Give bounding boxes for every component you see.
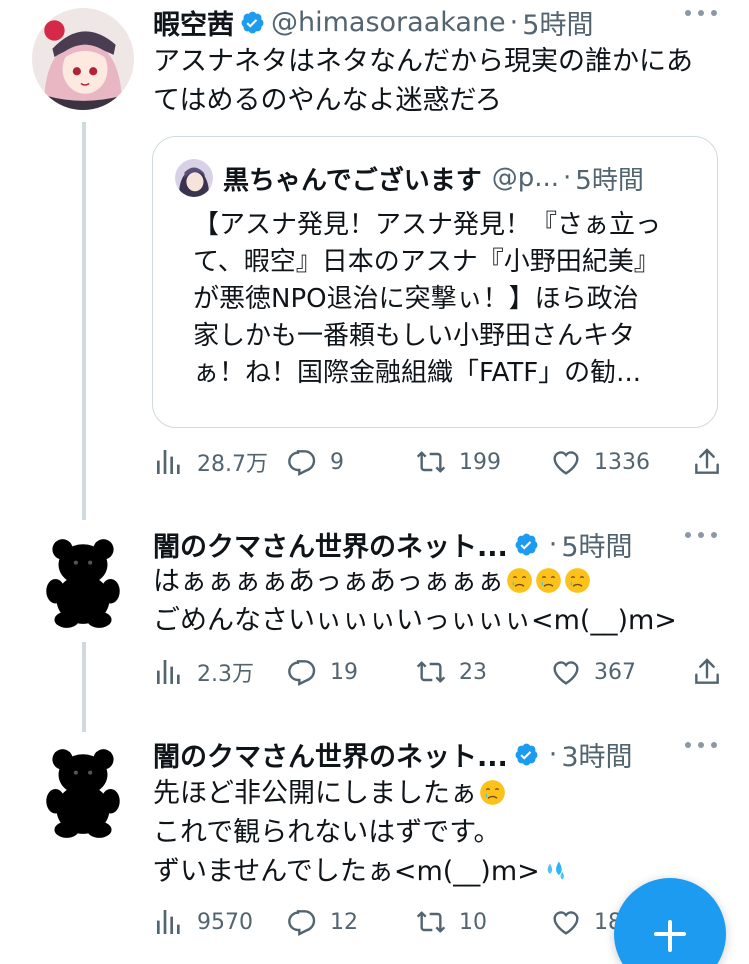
crying-face-icon (506, 567, 533, 594)
retweet-button[interactable]: 23 (415, 652, 487, 692)
retweet-icon (415, 656, 447, 688)
quote-display-name: 黒ちゃんでございます (223, 165, 482, 196)
tweet-text-line: ごめんなさいぃぃぃいっぃぃぃ<m(__)m> (153, 605, 677, 636)
views-icon (153, 656, 185, 688)
like-button[interactable]: 367 (550, 652, 636, 692)
reply-button[interactable]: 19 (286, 652, 358, 692)
timestamp[interactable]: 3時間 (561, 735, 632, 774)
heart-icon (550, 906, 582, 938)
tweet-text: 先ほど非公開にしましたぁ これで観られないはずです。 ずいませんでしたぁ<m(_… (153, 774, 725, 891)
more-options-icon[interactable] (685, 532, 717, 538)
quote-text-line: 【アスナ発見！アスナ発見！『さぁ立っ (193, 210, 662, 240)
avatar[interactable] (32, 8, 134, 110)
tweet-header: 闇のクマさん世界のネット... · 3時間 (153, 734, 729, 774)
views-button[interactable]: 9570 (153, 902, 253, 942)
views-count: 9570 (197, 909, 253, 935)
quote-user-handle: @p... (491, 163, 560, 193)
retweet-button[interactable]: 10 (415, 902, 487, 942)
reply-button[interactable]: 9 (286, 442, 344, 482)
like-button[interactable]: 1336 (550, 442, 650, 482)
display-name[interactable]: 闇のクマさん世界のネット... (153, 525, 508, 564)
tweet-text-line: はぁぁぁぁあっぁあっぁぁぁ (153, 562, 725, 601)
timestamp[interactable]: 5時間 (522, 3, 593, 42)
display-name[interactable]: 暇空茜 (153, 3, 234, 42)
tweet-text-line: アスナネタはネタなんだから現実の誰かにあ (153, 46, 693, 77)
reply-count: 12 (330, 909, 358, 935)
timestamp[interactable]: 5時間 (561, 525, 632, 564)
crying-face-icon (535, 567, 562, 594)
anime-avatar-icon (175, 159, 213, 197)
avatar[interactable] (32, 530, 134, 632)
black-bear-icon (32, 530, 134, 632)
action-bar: 28.7万 9 199 1336 (153, 442, 729, 482)
quote-timestamp: 5時間 (575, 165, 644, 196)
separator: · (548, 528, 558, 560)
more-options-icon[interactable] (685, 10, 717, 16)
quote-text-line: て、暇空』日本のアスナ『小野田紀美』 (193, 247, 660, 277)
views-icon (153, 906, 185, 938)
quote-text-line: ぁ！ね！国際金融組織「FATF」の勧... (193, 358, 641, 388)
separator: · (548, 738, 558, 770)
user-handle[interactable]: @himasoraakane (271, 7, 506, 38)
reply-count: 19 (330, 659, 358, 685)
reply-icon (286, 656, 318, 688)
views-icon (153, 446, 185, 478)
verified-badge-icon (514, 742, 539, 767)
sweat-droplets-icon (542, 857, 569, 884)
views-button[interactable]: 28.7万 (153, 442, 268, 482)
share-button[interactable] (691, 652, 735, 692)
views-count: 2.3万 (197, 662, 254, 687)
retweet-button[interactable]: 199 (415, 442, 501, 482)
avatar[interactable] (32, 740, 134, 842)
black-bear-icon (32, 740, 134, 842)
reply-icon (286, 446, 318, 478)
views-count: 28.7万 (197, 452, 268, 477)
thread-line-2 (82, 642, 86, 732)
quote-text-line: が悪徳NPO退治に突撃ぃ！】ほら政治 (193, 284, 639, 314)
tweet-text-line: てはめるのやんなよ迷惑だろ (153, 85, 502, 116)
views-button[interactable]: 2.3万 (153, 652, 254, 692)
share-icon (691, 656, 723, 688)
separator: · (509, 6, 519, 38)
like-count: 1336 (594, 449, 650, 475)
quote-tweet[interactable]: 黒ちゃんでございます @p... · 5時間 【アスナ発見！アスナ発見！『さぁ立… (152, 136, 718, 428)
retweet-icon (415, 906, 447, 938)
tweet-text-line: ずいませんでしたぁ<m(__)m> (153, 852, 725, 891)
reply-button[interactable]: 12 (286, 902, 358, 942)
crying-face-icon (564, 567, 591, 594)
separator: · (563, 163, 572, 193)
retweet-count: 199 (459, 449, 501, 475)
tweet-text-line: 先ほど非公開にしましたぁ (153, 774, 725, 813)
display-name[interactable]: 闇のクマさん世界のネット... (153, 735, 508, 774)
heart-icon (550, 446, 582, 478)
action-bar: 2.3万 19 23 367 (153, 652, 729, 692)
reply-icon (286, 906, 318, 938)
quote-text-line: 家しかも一番頼もしい小野田さんキタ (193, 321, 636, 351)
retweet-count: 23 (459, 659, 487, 685)
quote-text: 【アスナ発見！アスナ発見！『さぁ立っ て、暇空』日本のアスナ『小野田紀美』 が悪… (193, 207, 695, 392)
more-options-icon[interactable] (685, 742, 717, 748)
like-button[interactable]: 18 (550, 902, 622, 942)
tweet-header: 暇空茜 @himasoraakane · 5時間 (153, 2, 729, 42)
reply-count: 9 (330, 449, 344, 475)
crying-face-icon (479, 779, 506, 806)
retweet-icon (415, 446, 447, 478)
retweet-count: 10 (459, 909, 487, 935)
tweet-text-line: これで観られないはずです。 (153, 817, 501, 848)
anime-avatar-icon (32, 8, 134, 110)
like-count: 367 (594, 659, 636, 685)
share-button[interactable] (691, 442, 735, 482)
verified-badge-icon (514, 532, 539, 557)
verified-badge-icon (240, 10, 265, 35)
quote-header: 黒ちゃんでございます @p... · 5時間 (175, 159, 697, 197)
share-icon (691, 446, 723, 478)
thread-line-1 (82, 122, 86, 520)
quote-avatar (175, 159, 213, 197)
tweet-header: 闇のクマさん世界のネット... · 5時間 (153, 524, 729, 564)
tweet-text: アスナネタはネタなんだから現実の誰かにあ てはめるのやんなよ迷惑だろ (153, 42, 725, 120)
heart-icon (550, 656, 582, 688)
tweet-text: はぁぁぁぁあっぁあっぁぁぁ ごめんなさいぃぃぃいっぃぃぃ<m(__)m> (153, 562, 725, 640)
